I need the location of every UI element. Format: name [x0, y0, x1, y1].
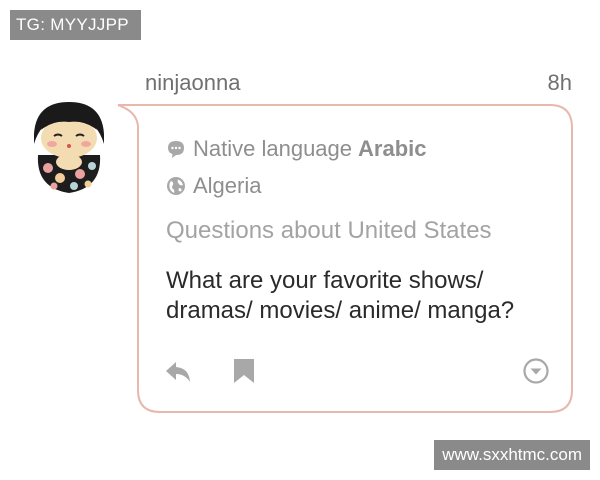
location-value: Algeria: [193, 173, 262, 198]
username[interactable]: ninjaonna: [145, 70, 240, 96]
question-text[interactable]: What are your favorite shows/ dramas/ mo…: [166, 266, 556, 326]
watermark-top: TG: MYYJJPP: [10, 10, 141, 40]
question-post-screen: TG: MYYJJPP ninjaonna 8h Native language…: [0, 0, 600, 480]
native-language-label: Native language: [193, 136, 353, 161]
native-language-value: Arabic: [358, 136, 427, 161]
native-language-row: Native language Arabic: [166, 136, 427, 162]
location-row: Algeria: [166, 173, 261, 199]
globe-icon: [167, 177, 185, 195]
speech-bubble-icon: [168, 141, 184, 158]
post-time: 8h: [547, 70, 572, 95]
bookmark-icon[interactable]: [229, 356, 259, 386]
reply-icon[interactable]: [163, 356, 193, 386]
watermark-bottom: www.sxxhtmc.com: [434, 440, 590, 470]
question-topic[interactable]: Questions about United States: [166, 217, 492, 245]
chevron-down-circle-icon[interactable]: [521, 356, 551, 386]
user-avatar[interactable]: [30, 100, 108, 195]
